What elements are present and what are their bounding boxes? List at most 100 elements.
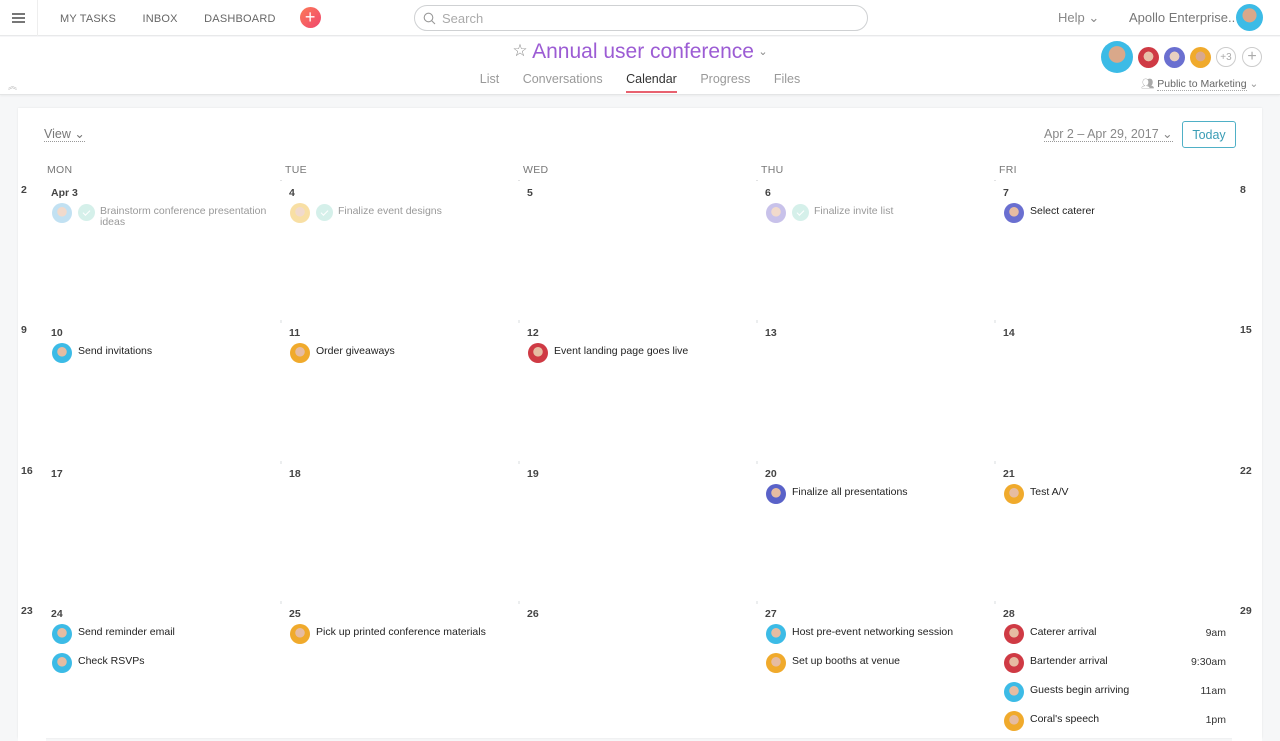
calendar-day-saturday[interactable]: 8 [1232,180,1262,320]
calendar-day[interactable]: 5 [520,180,756,320]
task-title: Send invitations [78,345,153,357]
star-icon[interactable]: ☆ [512,41,527,60]
calendar-task[interactable]: Set up booths at venue [766,653,988,673]
chevron-down-icon[interactable]: ⌄ [758,46,767,58]
day-number: 16 [21,465,33,477]
calendar-day[interactable]: Apr 3 Brainstorm conference presentation … [44,180,280,320]
user-avatar[interactable] [1236,4,1263,31]
view-menu[interactable]: View ⌄ [44,126,85,142]
calendar-day[interactable]: 14 [996,320,1232,460]
calendar-task[interactable]: Coral's speech 1pm [1004,711,1226,731]
today-button[interactable]: Today [1182,121,1236,148]
date-range-picker[interactable]: Apr 2 – Apr 29, 2017 ⌄ [1044,126,1173,142]
calendar-day-saturday[interactable]: 29 [1232,601,1262,741]
calendar-day-sunday[interactable]: 23 [18,601,46,741]
calendar-day-saturday[interactable]: 22 [1232,461,1262,601]
search-icon [423,12,436,24]
nav-my-tasks[interactable]: MY TASKS [60,13,116,25]
tab-conversations[interactable]: Conversations [523,72,603,91]
calendar-task[interactable]: Guests begin arriving 11am [1004,682,1226,702]
calendar-day-sunday[interactable]: 16 [18,461,46,601]
completed-check-icon[interactable] [78,204,95,221]
nav-inbox[interactable]: INBOX [142,13,177,25]
member-avatar[interactable] [1138,46,1159,68]
calendar-day[interactable]: 24 Send reminder email Check RSVPs [44,601,280,741]
calendar-day[interactable]: 18 [282,461,518,601]
tab-list[interactable]: List [480,72,499,91]
member-avatar[interactable] [1101,41,1133,73]
task-title: Coral's speech [1030,713,1100,725]
nav-dashboard[interactable]: DASHBOARD [204,13,275,25]
completed-check-icon[interactable] [792,204,809,221]
day-number: 26 [527,608,539,620]
task-title: Caterer arrival [1030,626,1097,638]
calendar-task[interactable]: Check RSVPs [52,653,274,673]
calendar-day-sunday[interactable]: 2 [18,180,46,320]
calendar-day[interactable]: 19 [520,461,756,601]
calendar-task[interactable]: Send invitations [52,343,274,363]
calendar-task[interactable]: Finalize event designs [290,203,512,223]
more-members-button[interactable]: +3 [1216,47,1236,67]
add-member-button[interactable]: + [1242,47,1262,67]
day-number: 2 [21,184,27,196]
calendar-day[interactable]: 27 Host pre-event networking session Set u… [758,601,994,741]
calendar-task[interactable]: Test A/V [1004,484,1226,504]
project-title[interactable]: Annual user conference [532,40,754,63]
completed-check-icon[interactable] [316,204,333,221]
calendar-day[interactable]: 17 [44,461,280,601]
calendar-task[interactable]: Event landing page goes live [528,343,750,363]
menu-button[interactable] [0,0,38,36]
calendar-panel: View ⌄ Apr 2 – Apr 29, 2017 ⌄ Today MON T… [18,108,1262,741]
day-number: 8 [1240,184,1246,196]
tab-calendar[interactable]: Calendar [626,72,677,93]
calendar-day[interactable]: 28 Caterer arrival 9am Bartender arrival 9:3… [996,601,1232,741]
calendar-day[interactable]: 20 Finalize all presentations [758,461,994,601]
calendar-day[interactable]: 25 Pick up printed conference materials [282,601,518,741]
day-number: 22 [1240,465,1252,477]
calendar-day-saturday[interactable]: 15 [1232,320,1262,460]
member-avatar[interactable] [1190,46,1211,68]
tab-progress[interactable]: Progress [700,72,750,91]
quick-add-button[interactable]: + [299,7,321,28]
calendar-day[interactable]: 7 Select caterer [996,180,1232,320]
calendar-day[interactable]: 6 Finalize invite list [758,180,994,320]
day-number: 19 [527,468,539,480]
search-box[interactable] [414,5,868,31]
weekday-header: TUE [285,164,307,176]
calendar-day[interactable]: 21 Test A/V [996,461,1232,601]
help-menu[interactable]: Help ⌄ [1058,10,1099,26]
calendar-day[interactable]: 4 Finalize event designs [282,180,518,320]
calendar-day[interactable]: 11 Order giveaways [282,320,518,460]
calendar-day[interactable]: 26 [520,601,756,741]
date-range-label: Apr 2 – Apr 29, 2017 [1044,127,1159,141]
calendar-task[interactable]: Finalize invite list [766,203,988,223]
weekday-header: WED [523,164,549,176]
member-avatar[interactable] [1164,46,1185,68]
search-input[interactable] [442,10,842,26]
calendar-week: 2 Apr 3 Brainstorm conference presentation… [18,180,1262,320]
calendar-week: 23 24 Send reminder email Check RSVPs 25 Pick… [18,601,1262,741]
calendar-task[interactable]: Host pre-event networking session [766,624,988,644]
calendar-task[interactable]: Order giveaways [290,343,512,363]
calendar-task[interactable]: Brainstorm conference presentation ideas [52,203,274,228]
task-time: 1pm [1205,714,1226,726]
calendar-day[interactable]: 13 [758,320,994,460]
calendar-task[interactable]: Bartender arrival 9:30am [1004,653,1226,673]
assignee-avatar [1004,203,1024,223]
day-number: 10 [51,327,63,339]
assignee-avatar [766,203,786,223]
assignee-avatar [766,653,786,673]
assignee-avatar [528,343,548,363]
calendar-day[interactable]: 12 Event landing page goes live [520,320,756,460]
task-title: Check RSVPs [78,655,145,667]
calendar-task[interactable]: Select caterer [1004,203,1226,223]
calendar-task[interactable]: Send reminder email [52,624,274,644]
calendar-task[interactable]: Finalize all presentations [766,484,988,504]
privacy-setting[interactable]: 👥︎ Public to Marketing ⌄ [1141,77,1258,91]
calendar-task[interactable]: Pick up printed conference materials [290,624,512,644]
tab-files[interactable]: Files [774,72,800,91]
calendar-day-sunday[interactable]: 9 [18,320,46,460]
calendar-task[interactable]: Caterer arrival 9am [1004,624,1226,644]
calendar-day[interactable]: 10 Send invitations [44,320,280,460]
organization-switcher[interactable]: Apollo Enterprise.. [1129,10,1235,25]
